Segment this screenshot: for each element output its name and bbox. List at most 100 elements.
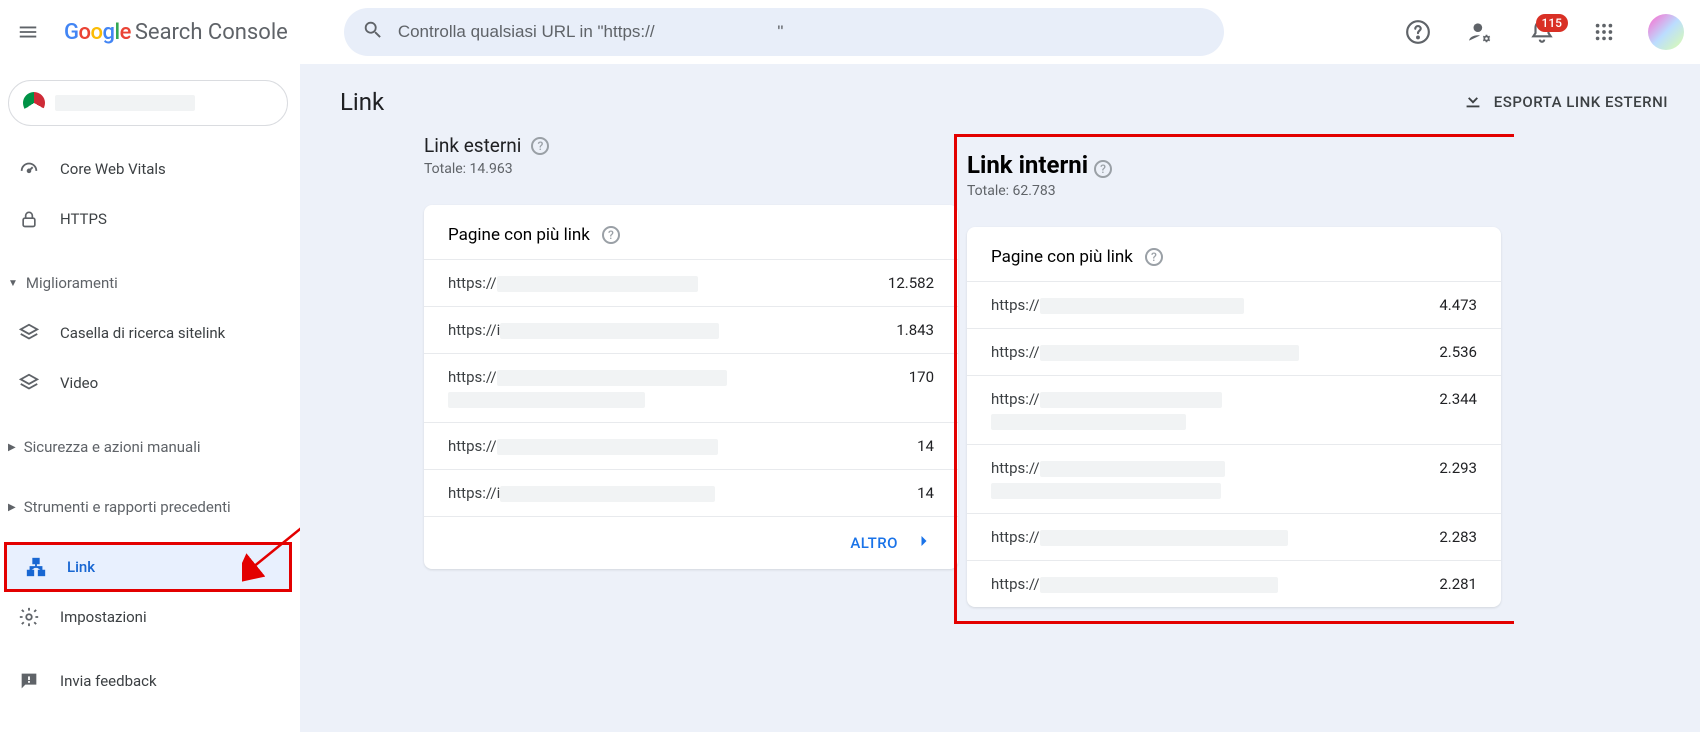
chevron-right-icon: ▶ xyxy=(8,502,16,513)
table-row[interactable]: https://4.473 xyxy=(967,281,1501,328)
url-inspect-search[interactable] xyxy=(344,8,1224,56)
sidebar-section-label: Strumenti e rapporti precedenti xyxy=(24,498,231,516)
card-title: Pagine con più link xyxy=(448,225,590,245)
table-row[interactable]: https://2.344 xyxy=(967,375,1501,444)
sidebar-item-label: Core Web Vitals xyxy=(60,160,166,178)
sidebar-item-label: Link xyxy=(67,558,95,576)
layers-icon xyxy=(18,372,40,394)
sidebar-section-label: Miglioramenti xyxy=(26,274,118,292)
table-row[interactable]: https://2.281 xyxy=(967,560,1501,607)
help-icon[interactable]: ? xyxy=(1094,160,1112,178)
apps-grid-icon[interactable] xyxy=(1582,10,1626,54)
sidebar-item-label: Impostazioni xyxy=(60,608,147,626)
app-header: Google Search Console 115 xyxy=(0,0,1700,64)
link-count: 2.281 xyxy=(1427,575,1477,593)
link-count: 14 xyxy=(905,437,934,455)
external-top-pages-card: Pagine con più link ? https://12.582http… xyxy=(424,205,958,569)
table-row[interactable]: https://2.283 xyxy=(967,513,1501,560)
account-avatar[interactable] xyxy=(1648,14,1684,50)
notifications-icon[interactable]: 115 xyxy=(1520,10,1564,54)
table-row[interactable]: https://170 xyxy=(424,353,958,422)
property-selector[interactable] xyxy=(8,80,288,126)
page-title: Link xyxy=(340,88,384,116)
main-content: Link ESPORTA LINK ESTERNI Link esterni ?… xyxy=(300,64,1700,732)
product-name: Search Console xyxy=(135,20,288,45)
sidebar-item-core-web-vitals[interactable]: Core Web Vitals xyxy=(0,144,300,194)
feedback-icon xyxy=(18,670,40,692)
table-row[interactable]: https://2.536 xyxy=(967,328,1501,375)
internal-top-pages-card: Pagine con più link ? https://4.473https… xyxy=(967,227,1501,607)
gear-icon xyxy=(18,606,40,628)
sidebar-item-label: Casella di ricerca sitelink xyxy=(60,324,225,342)
link-count: 4.473 xyxy=(1427,296,1477,314)
section-heading: Link esterni xyxy=(424,134,521,157)
page-url: https:// xyxy=(991,459,1427,499)
sitemap-icon xyxy=(25,556,47,578)
lock-icon xyxy=(18,209,40,229)
card-title: Pagine con più link xyxy=(991,247,1133,267)
page-url: https:// xyxy=(991,575,1427,593)
internal-links-column-highlighted: Link interni ? Totale: 62.783 Pagine con… xyxy=(954,134,1514,624)
page-url: https:// xyxy=(448,368,897,408)
table-row[interactable]: https://i1.843 xyxy=(424,306,958,353)
property-favicon xyxy=(23,92,45,114)
page-url: https:// xyxy=(448,437,905,455)
page-url: https://i xyxy=(448,321,884,339)
sidebar-item-label: HTTPS xyxy=(60,210,107,228)
page-url: https:// xyxy=(448,274,876,292)
table-row[interactable]: https://2.293 xyxy=(967,444,1501,513)
sidebar-section-label: Sicurezza e azioni manuali xyxy=(24,438,201,456)
sidebar-section-legacy-tools[interactable]: ▶ Strumenti e rapporti precedenti xyxy=(0,482,300,532)
help-icon[interactable]: ? xyxy=(531,137,549,155)
link-count: 2.293 xyxy=(1427,459,1477,477)
sidebar-item-sitelink-searchbox[interactable]: Casella di ricerca sitelink xyxy=(0,308,300,358)
chevron-down-icon: ▼ xyxy=(8,278,18,289)
link-count: 2.344 xyxy=(1427,390,1477,408)
page-url: https:// xyxy=(991,390,1427,430)
sidebar-item-link[interactable]: Link xyxy=(4,542,292,592)
more-label: ALTRO xyxy=(850,534,898,552)
export-external-links-button[interactable]: ESPORTA LINK ESTERNI xyxy=(1462,89,1668,115)
hamburger-menu-icon[interactable] xyxy=(4,8,52,56)
sidebar-item-https[interactable]: HTTPS xyxy=(0,194,300,244)
chevron-right-icon: ▶ xyxy=(8,442,16,453)
url-inspect-input[interactable] xyxy=(384,22,1216,42)
link-count: 2.536 xyxy=(1427,343,1477,361)
download-icon xyxy=(1462,89,1484,115)
layers-icon xyxy=(18,322,40,344)
page-url: https:// xyxy=(991,343,1427,361)
notifications-badge: 115 xyxy=(1536,14,1568,32)
external-total: Totale: 14.963 xyxy=(424,161,966,177)
sidebar-item-video[interactable]: Video xyxy=(0,358,300,408)
sidebar-item-label: Invia feedback xyxy=(60,672,157,690)
link-count: 1.843 xyxy=(884,321,934,339)
sidebar-item-settings[interactable]: Impostazioni xyxy=(0,592,300,642)
link-count: 14 xyxy=(905,484,934,502)
sidebar-item-feedback[interactable]: Invia feedback xyxy=(0,656,300,706)
page-url: https:// xyxy=(991,528,1427,546)
table-row[interactable]: https://12.582 xyxy=(424,259,958,306)
more-button[interactable]: ALTRO xyxy=(424,516,958,569)
help-icon[interactable]: ? xyxy=(1145,248,1163,266)
export-label: ESPORTA LINK ESTERNI xyxy=(1494,93,1668,111)
page-url: https:// xyxy=(991,296,1427,314)
page-url: https://i xyxy=(448,484,905,502)
help-icon[interactable] xyxy=(1396,10,1440,54)
chevron-right-icon xyxy=(914,531,934,555)
help-icon[interactable]: ? xyxy=(602,226,620,244)
sidebar-item-label: Video xyxy=(60,374,98,392)
external-links-column: Link esterni ? Totale: 14.963 Pagine con… xyxy=(424,134,966,624)
product-logo[interactable]: Google Search Console xyxy=(64,20,288,45)
sidebar-section-security[interactable]: ▶ Sicurezza e azioni manuali xyxy=(0,422,300,472)
link-count: 12.582 xyxy=(876,274,934,292)
sidebar: Core Web Vitals HTTPS ▼ Miglioramenti Ca… xyxy=(0,64,300,732)
link-count: 170 xyxy=(897,368,934,386)
link-count: 2.283 xyxy=(1427,528,1477,546)
users-settings-icon[interactable] xyxy=(1458,10,1502,54)
table-row[interactable]: https://14 xyxy=(424,422,958,469)
sidebar-section-miglioramenti[interactable]: ▼ Miglioramenti xyxy=(0,258,300,308)
search-icon xyxy=(362,19,384,45)
section-heading: Link interni xyxy=(967,151,1088,179)
table-row[interactable]: https://i14 xyxy=(424,469,958,516)
speed-icon xyxy=(18,158,40,180)
